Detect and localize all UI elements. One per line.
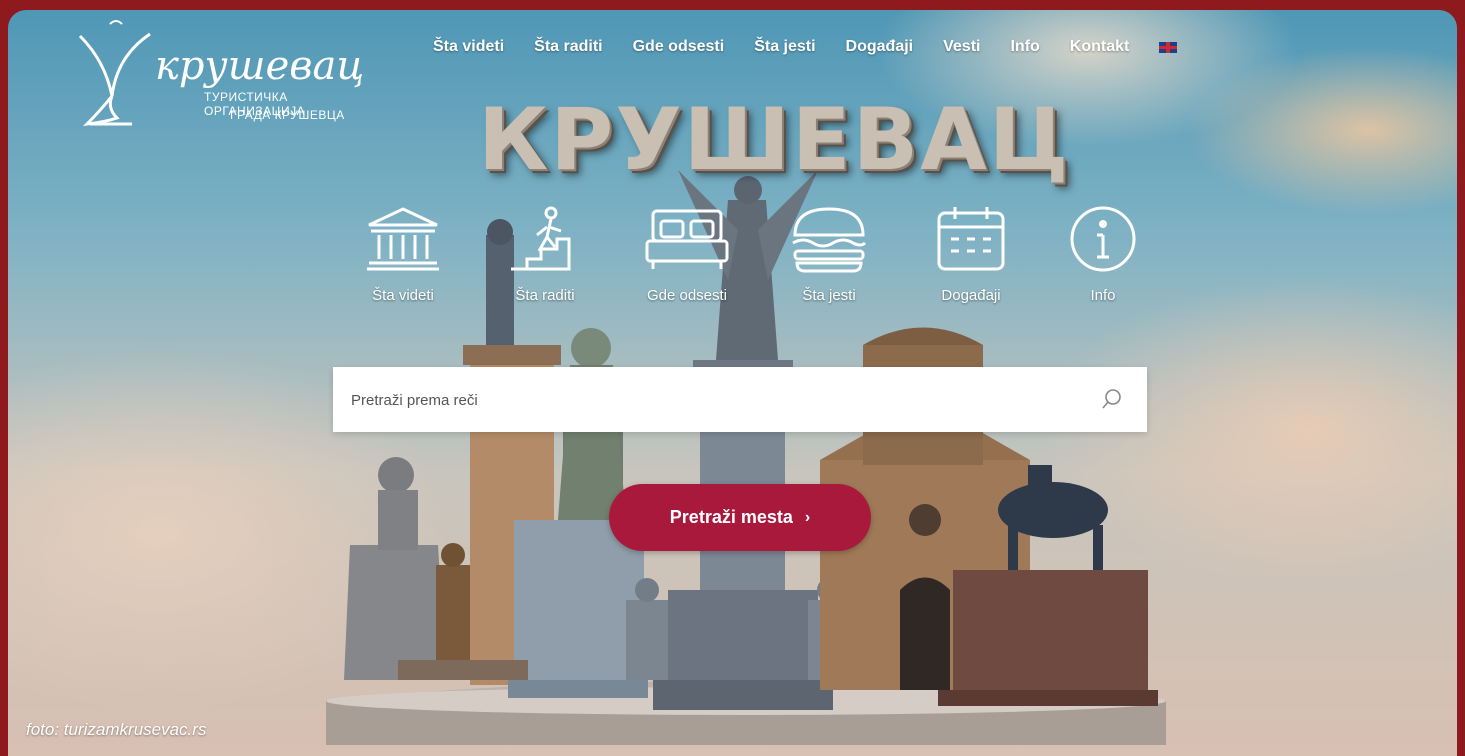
museum-icon xyxy=(367,207,439,271)
nav-sta-videti[interactable]: Šta videti xyxy=(433,38,504,56)
logo-subtitle-2: ГРАДА КРУШЕВЦА xyxy=(230,108,345,122)
nav-dogadjaji[interactable]: Događaji xyxy=(846,38,914,56)
category-label: Info xyxy=(1090,287,1116,304)
photo-credit: foto: turizamkrusevac.rs xyxy=(26,720,207,739)
category-label: Šta raditi xyxy=(515,287,575,304)
chevron-right-icon: › xyxy=(804,508,811,526)
info-icon xyxy=(1070,206,1136,272)
search-input[interactable] xyxy=(349,367,1093,434)
search-icon[interactable] xyxy=(1101,388,1123,410)
site-logo[interactable]: крушевац ТУРИСТИЧКА ОРГАНИЗАЦИЈА ГРАДА К… xyxy=(70,16,364,136)
hero-title: КРУШЕВАЦ xyxy=(478,90,1071,190)
nav-sta-jesti[interactable]: Šta jesti xyxy=(754,38,815,56)
category-label: Šta videti xyxy=(372,287,434,304)
category-sta-videti[interactable]: Šta videti xyxy=(338,205,468,304)
category-label: Šta jesti xyxy=(802,287,856,304)
category-info[interactable]: Info xyxy=(1038,205,1168,304)
calendar-icon xyxy=(937,207,1005,271)
uk-flag-icon[interactable] xyxy=(1159,41,1178,53)
angel-logo-icon xyxy=(78,20,151,126)
nav-info[interactable]: Info xyxy=(1010,38,1039,56)
nav-sta-raditi[interactable]: Šta raditi xyxy=(534,38,602,56)
main-nav: Šta videti Šta raditi Gde odsesti Šta je… xyxy=(433,38,1178,56)
hero-frame: крушевац ТУРИСТИЧКА ОРГАНИЗАЦИЈА ГРАДА К… xyxy=(8,10,1457,756)
category-sta-jesti[interactable]: Šta jesti xyxy=(764,205,894,304)
category-label: Gde odsesti xyxy=(646,287,728,304)
search-box xyxy=(333,367,1147,434)
burger-icon xyxy=(792,207,867,273)
category-sta-raditi[interactable]: Šta raditi xyxy=(480,205,610,304)
hiking-icon xyxy=(511,206,571,271)
logo-script-text: крушевац xyxy=(155,43,365,89)
nav-gde-odsesti[interactable]: Gde odsesti xyxy=(633,38,725,56)
search-places-button[interactable]: Pretraži mesta › xyxy=(609,484,871,551)
category-gde-odsesti[interactable]: Gde odsesti xyxy=(622,205,752,304)
search-places-label: Pretraži mesta xyxy=(669,507,793,527)
category-dogadjaji[interactable]: Događaji xyxy=(906,205,1036,304)
category-icons: Šta videti Šta raditi Gde odsesti Šta je… xyxy=(338,205,1158,335)
bed-icon xyxy=(645,209,729,269)
category-label: Događaji xyxy=(941,287,1001,304)
nav-kontakt[interactable]: Kontakt xyxy=(1070,38,1130,56)
nav-vesti[interactable]: Vesti xyxy=(943,38,980,56)
